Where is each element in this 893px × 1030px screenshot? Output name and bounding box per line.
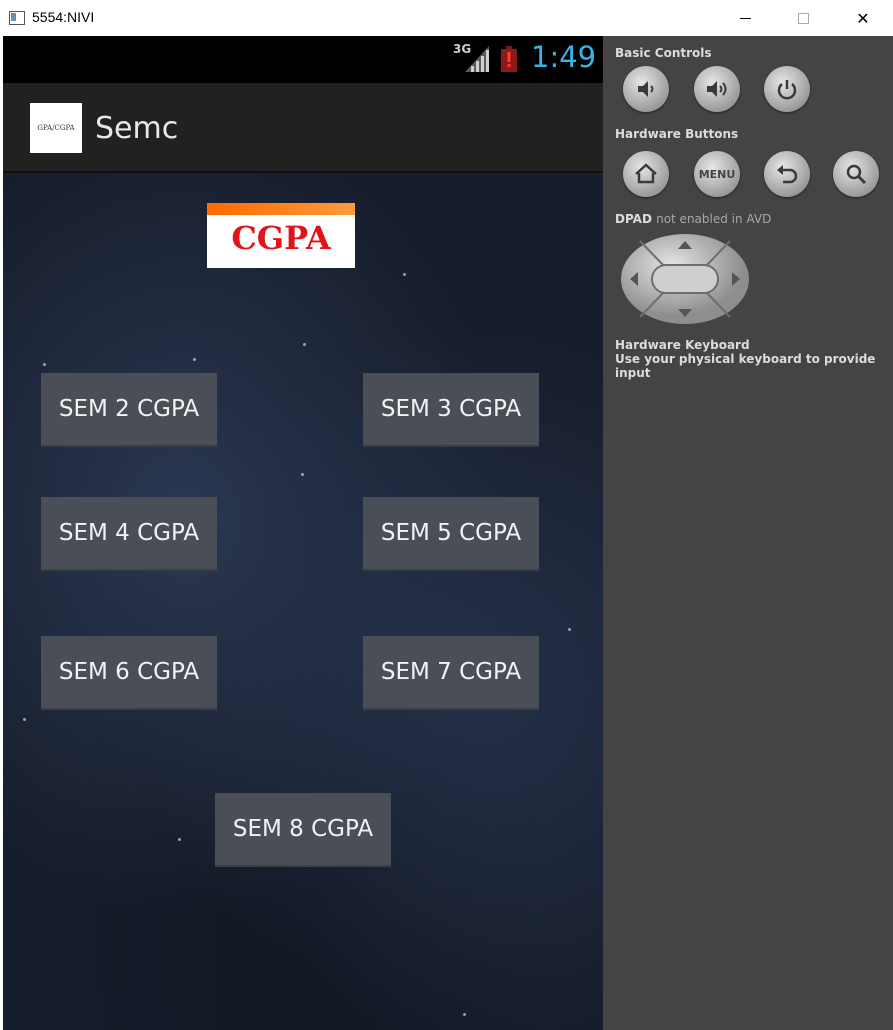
action-bar: GPA/CGPA Semc <box>3 83 603 173</box>
background-star <box>193 358 196 361</box>
background-star <box>23 718 26 721</box>
background-star <box>568 628 571 631</box>
dpad-title: DPAD <box>615 212 652 226</box>
home-button[interactable] <box>623 151 669 197</box>
minimize-icon <box>739 17 751 19</box>
close-icon: ✕ <box>856 8 870 28</box>
search-button[interactable] <box>833 151 879 197</box>
sem-3-button[interactable]: SEM 3 CGPA <box>363 373 539 447</box>
app-logo[interactable]: GPA/CGPA <box>30 103 82 153</box>
dpad-control <box>621 234 749 324</box>
menu-button[interactable]: MENU <box>694 151 740 197</box>
banner-text: CGPA <box>231 219 331 257</box>
signal-icon <box>465 46 489 72</box>
app-title: Semc <box>95 111 179 146</box>
volume-up-icon <box>707 81 727 97</box>
window-titlebar: 5554:NIVI ✕ <box>0 0 893 37</box>
sem-4-button[interactable]: SEM 4 CGPA <box>41 497 217 571</box>
dpad-note: not enabled in AVD <box>656 212 772 226</box>
volume-down-icon <box>638 81 654 97</box>
background-star <box>43 363 46 366</box>
maximize-button[interactable] <box>780 0 826 36</box>
back-button[interactable] <box>764 151 810 197</box>
emulator-control-panel: Basic Controls Hardware Buttons MENU DPA… <box>603 36 893 1030</box>
window-title: 5554:NIVI <box>32 9 95 25</box>
close-button[interactable]: ✕ <box>840 0 886 36</box>
main-content: CGPA SEM 2 CGPA SEM 3 CGPA SEM 4 CGPA SE… <box>3 173 603 1030</box>
cgpa-banner: CGPA <box>207 203 355 268</box>
volume-up-button[interactable] <box>694 66 740 112</box>
basic-controls-label: Basic Controls <box>615 46 712 60</box>
volume-down-button[interactable] <box>623 66 669 112</box>
sem-5-button[interactable]: SEM 5 CGPA <box>363 497 539 571</box>
emulator-screen[interactable]: 3G 1:49 GPA/CGPA Semc CGPA SEM 2 CGPA SE… <box>3 36 603 1030</box>
minimize-button[interactable] <box>722 0 768 36</box>
background-star <box>303 343 306 346</box>
battery-alert-icon <box>501 46 517 72</box>
banner-stripe <box>207 203 355 215</box>
back-icon <box>777 165 798 184</box>
window-app-icon <box>9 11 25 25</box>
sem-2-button[interactable]: SEM 2 CGPA <box>41 373 217 447</box>
background-star <box>301 473 304 476</box>
keyboard-title: Hardware Keyboard <box>615 338 750 352</box>
dpad-label: DPAD not enabled in AVD <box>615 212 771 226</box>
power-button[interactable] <box>764 66 810 112</box>
search-icon <box>846 164 867 185</box>
maximize-icon <box>797 12 809 24</box>
home-icon <box>635 163 657 184</box>
sem-7-button[interactable]: SEM 7 CGPA <box>363 636 539 710</box>
background-star <box>178 838 181 841</box>
hardware-buttons-label: Hardware Buttons <box>615 127 739 141</box>
clock: 1:49 <box>531 40 597 74</box>
sem-6-button[interactable]: SEM 6 CGPA <box>41 636 217 710</box>
power-icon <box>777 80 797 100</box>
background-star <box>403 273 406 276</box>
sem-8-button[interactable]: SEM 8 CGPA <box>215 793 391 867</box>
keyboard-note: Use your physical keyboard to provide in… <box>615 352 876 380</box>
status-bar: 3G 1:49 <box>3 36 603 83</box>
menu-icon: MENU <box>698 167 736 181</box>
background-star <box>463 1013 466 1016</box>
